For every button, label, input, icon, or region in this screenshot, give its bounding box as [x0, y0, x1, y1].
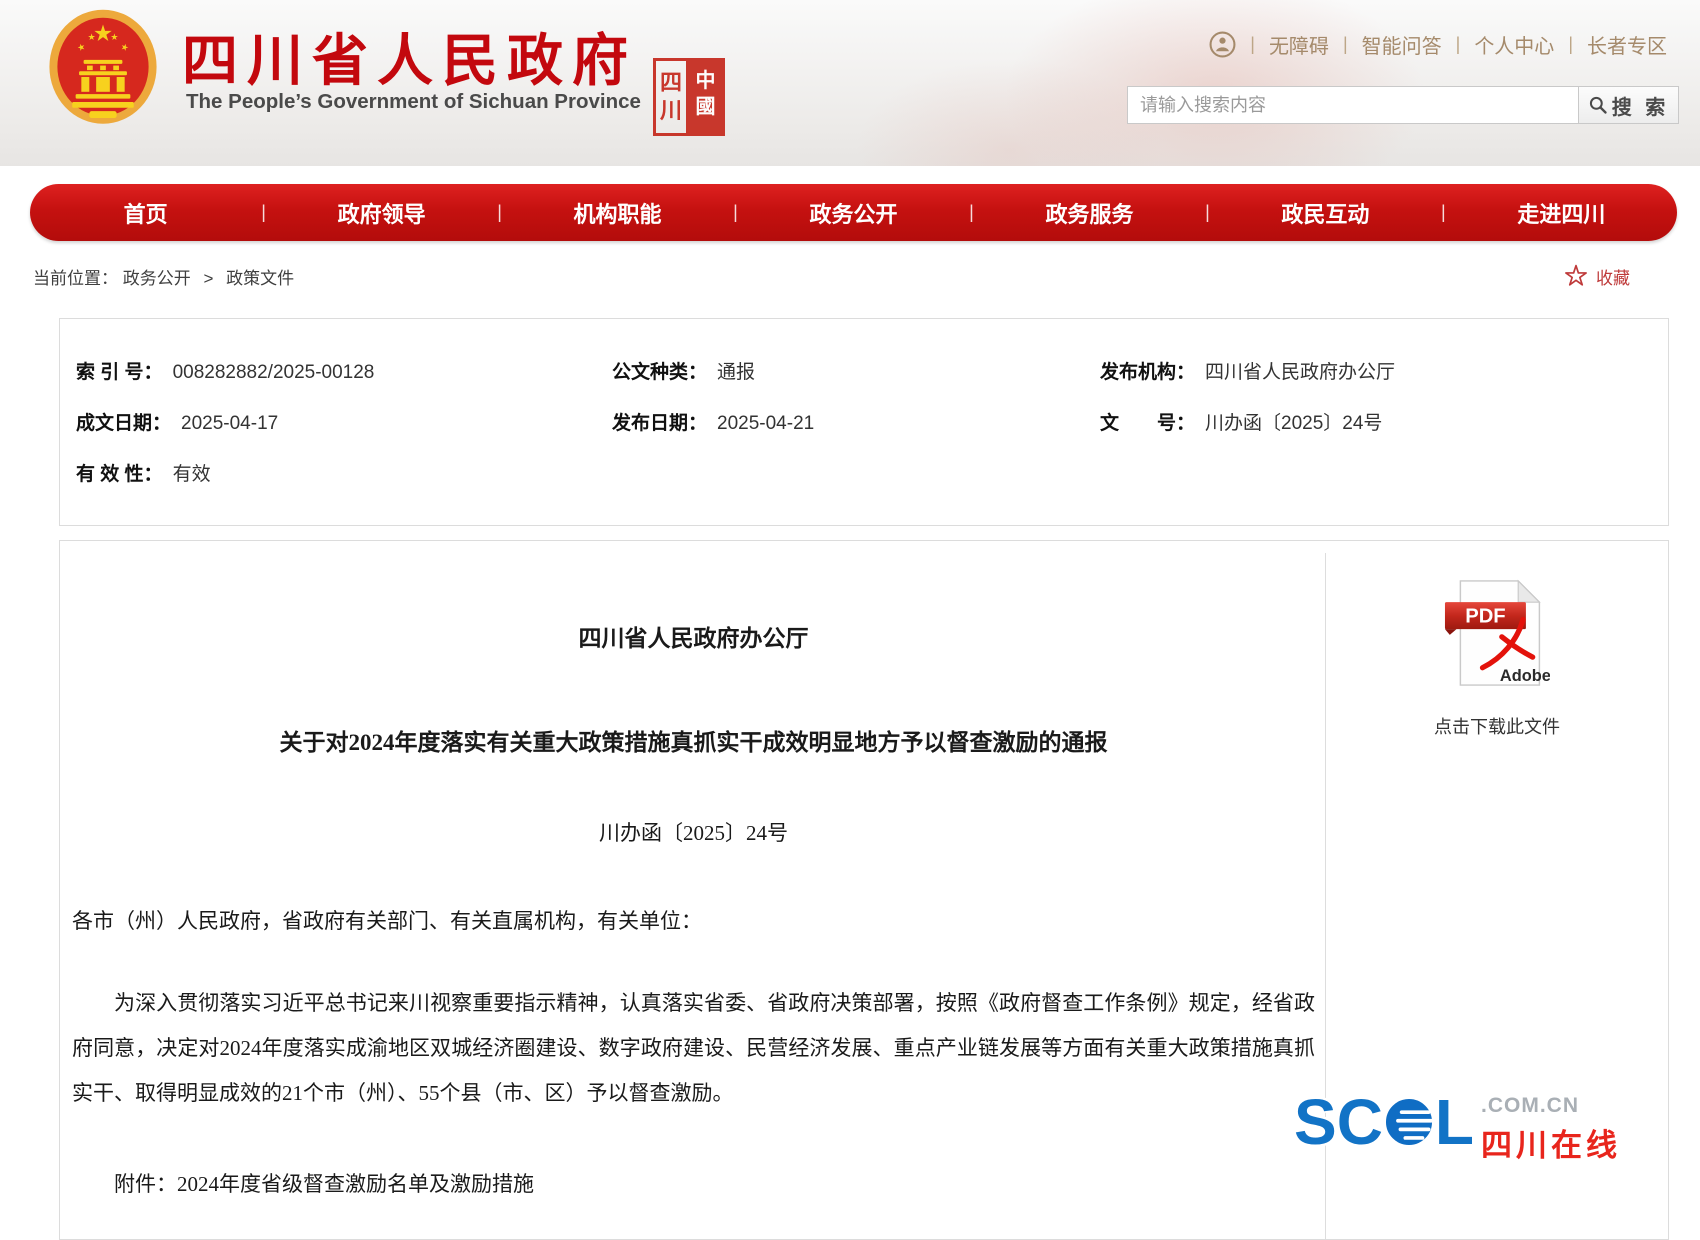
nav-item-home[interactable]: 首页: [30, 197, 261, 229]
scol-domain: .COM.CN: [1481, 1094, 1621, 1118]
meta-issuing-agency: 发布机构： 四川省人民政府办公厅: [1100, 357, 1668, 384]
meta-label: 有 效 性：: [76, 459, 163, 486]
pdf-badge-text: PDF: [1465, 605, 1505, 627]
favorite-label: 收藏: [1596, 264, 1630, 289]
separator: |: [1456, 34, 1461, 55]
adobe-brand-text: Adobe: [1500, 667, 1550, 685]
meta-value: 2025-04-21: [717, 413, 814, 435]
meta-row: 索 引 号： 008282882/2025-00128 公文种类： 通报 发布机…: [60, 345, 1668, 396]
document-body: 四川省人民政府办公厅 关于对2024年度落实有关重大政策措施真抓实干成效明显地方…: [60, 541, 1327, 1198]
meta-row: 成文日期： 2025-04-17 发布日期： 2025-04-21 文 号： 川…: [60, 396, 1668, 447]
main-nav: 首页 | 政府领导 | 机构职能 | 政务公开 | 政务服务 | 政民互动 | …: [30, 184, 1677, 241]
meta-value: 有效: [173, 459, 211, 486]
meta-written-date: 成文日期： 2025-04-17: [60, 408, 612, 435]
separator: |: [1250, 34, 1255, 55]
meta-label: 文 号：: [1100, 408, 1195, 435]
official-seal: 四川 中國: [653, 58, 725, 136]
utility-link-personal-center[interactable]: 个人中心: [1474, 30, 1554, 59]
document-title: 关于对2024年度落实有关重大政策措施真抓实干成效明显地方予以督查激励的通报: [72, 723, 1315, 757]
star-icon: [1563, 264, 1589, 289]
search-input[interactable]: [1127, 86, 1579, 124]
breadcrumb-prefix: 当前位置：: [33, 269, 118, 288]
scol-chinese-name: 四川在线: [1481, 1120, 1621, 1165]
nav-item-public-interaction[interactable]: 政民互动: [1210, 197, 1441, 229]
breadcrumb-link-disclosure[interactable]: 政务公开: [123, 269, 191, 288]
search-bar: 搜 索: [1127, 86, 1679, 124]
pdf-download-link[interactable]: PDF Adobe 点击下载此文件: [1326, 577, 1668, 739]
scol-letter-l: L: [1435, 1090, 1474, 1154]
search-button[interactable]: 搜 索: [1579, 86, 1679, 124]
utility-links: | 无障碍 | 智能问答 | 个人中心 | 长者专区: [1209, 30, 1667, 59]
meta-label: 发布机构：: [1100, 357, 1195, 384]
nav-item-government-leaders[interactable]: 政府领导: [266, 197, 497, 229]
seal-right-text: 中國: [686, 58, 725, 136]
site-title: 四川省人民政府: [182, 16, 637, 97]
magnifier-icon: [1588, 95, 1608, 115]
meta-label: 索 引 号：: [76, 357, 163, 384]
nav-item-institutional-functions[interactable]: 机构职能: [502, 197, 733, 229]
meta-value: 通报: [717, 357, 755, 384]
meta-value: 四川省人民政府办公厅: [1205, 357, 1395, 384]
meta-document-type: 公文种类： 通报: [612, 357, 1100, 384]
scol-wordmark: SC L: [1294, 1090, 1474, 1154]
download-label: 点击下载此文件: [1434, 713, 1560, 739]
favorite-button[interactable]: 收藏: [1563, 264, 1630, 289]
seal-left-text: 四川: [653, 58, 686, 136]
meta-row: 有 效 性： 有效: [60, 447, 1668, 498]
separator: |: [1343, 34, 1348, 55]
separator: |: [1568, 34, 1573, 55]
document-number-line: 川办函〔2025〕24号: [72, 817, 1315, 847]
utility-link-accessibility[interactable]: 无障碍: [1269, 30, 1329, 59]
nav-item-government-affairs-disclosure[interactable]: 政务公开: [738, 197, 969, 229]
document-meta-card: 索 引 号： 008282882/2025-00128 公文种类： 通报 发布机…: [59, 318, 1669, 526]
meta-value: 2025-04-17: [181, 413, 278, 435]
document-paragraph: 为深入贯彻落实习近平总书记来川视察重要指示精神，认真落实省委、省政府决策部署，按…: [72, 981, 1315, 1116]
document-attachment-line: 附件：2024年度省级督查激励名单及激励措施: [72, 1168, 1315, 1198]
meta-index-number: 索 引 号： 008282882/2025-00128: [60, 357, 612, 384]
meta-value: 川办函〔2025〕24号: [1205, 408, 1382, 435]
nav-item-into-sichuan[interactable]: 走进四川: [1446, 197, 1677, 229]
search-button-label: 搜 索: [1612, 91, 1670, 120]
national-emblem: [46, 6, 160, 132]
utility-link-senior-zone[interactable]: 长者专区: [1587, 30, 1667, 59]
document-salutation: 各市（州）人民政府，省政府有关部门、有关直属机构，有关单位：: [72, 905, 1315, 935]
meta-validity: 有 效 性： 有效: [60, 459, 612, 486]
meta-label: 成文日期：: [76, 408, 171, 435]
meta-value: 008282882/2025-00128: [173, 362, 375, 384]
site-header: 四川省人民政府 The People’s Government of Sichu…: [0, 0, 1700, 166]
document-org: 四川省人民政府办公厅: [72, 619, 1315, 653]
meta-label: 公文种类：: [612, 357, 707, 384]
scol-letters-sc: SC: [1294, 1090, 1383, 1154]
breadcrumb-separator: >: [203, 269, 213, 288]
nav-item-government-services[interactable]: 政务服务: [974, 197, 1205, 229]
breadcrumb: 当前位置： 政务公开 > 政策文件: [33, 264, 294, 289]
meta-label: 发布日期：: [612, 408, 707, 435]
scol-domain-block: .COM.CN 四川在线: [1481, 1090, 1621, 1165]
meta-document-number: 文 号： 川办函〔2025〕24号: [1100, 408, 1668, 435]
utility-link-smart-qa[interactable]: 智能问答: [1362, 30, 1442, 59]
globe-icon: [1382, 1095, 1436, 1149]
accessibility-person-icon[interactable]: [1209, 31, 1236, 58]
meta-publish-date: 发布日期： 2025-04-21: [612, 408, 1100, 435]
breadcrumb-row: 当前位置： 政务公开 > 政策文件 收藏: [33, 264, 1630, 289]
site-subtitle: The People’s Government of Sichuan Provi…: [186, 90, 641, 114]
pdf-file-icon: PDF Adobe: [1444, 577, 1550, 689]
breadcrumb-link-policy-documents[interactable]: 政策文件: [226, 269, 294, 288]
scol-watermark: SC L .COM.CN 四川在线: [1294, 1090, 1621, 1165]
